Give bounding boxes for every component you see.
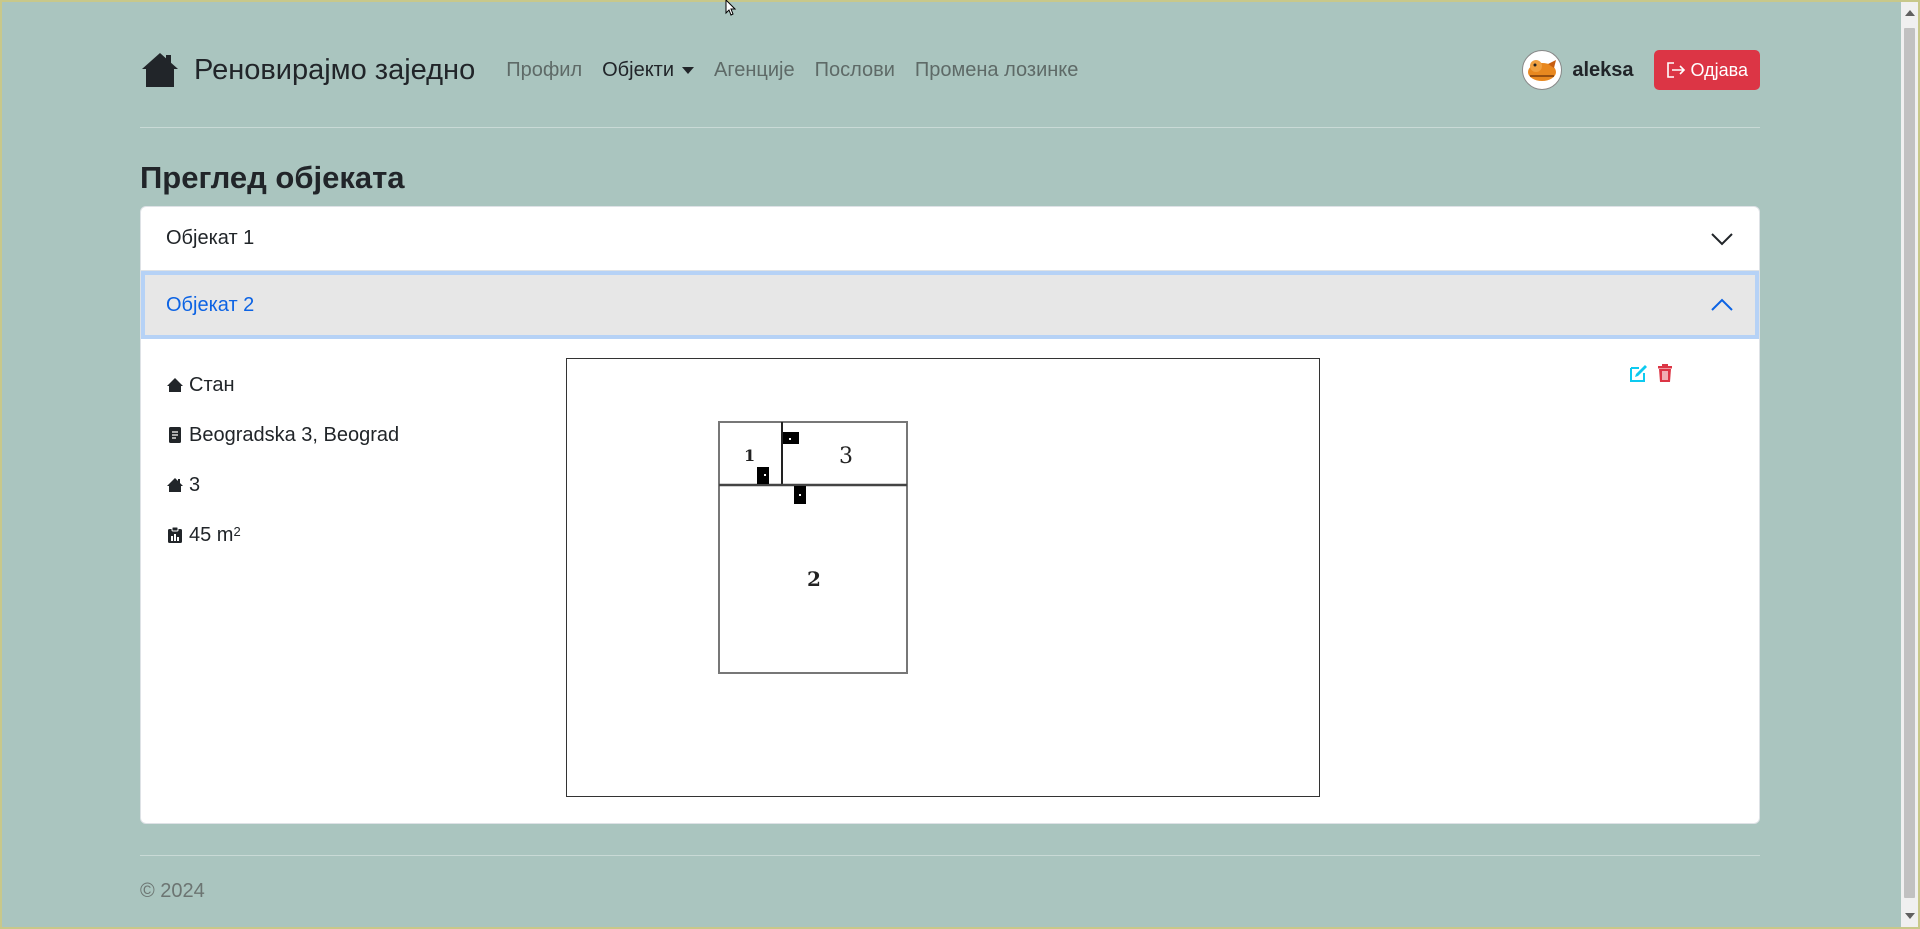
object-actions — [1629, 363, 1681, 383]
mouse-cursor-icon — [725, 0, 737, 16]
pencil-square-icon[interactable] — [1629, 363, 1649, 383]
scrollbar-thumb[interactable] — [1904, 28, 1915, 898]
object-details: Стан Beogradska 3, Beograd 3 45 m 2 — [167, 360, 399, 560]
logout-button[interactable]: Одјава — [1653, 50, 1760, 90]
object-type: Стан — [189, 373, 235, 396]
object-rooms: 3 — [189, 473, 201, 496]
user-area: aleksa Одјава — [1522, 50, 1760, 90]
box-arrow-right-icon — [1666, 62, 1685, 78]
footer-copyright: © 2024 — [140, 880, 205, 902]
username[interactable]: aleksa — [1572, 59, 1633, 82]
door-knob — [799, 494, 801, 496]
object-area-row: 45 m2 — [167, 510, 399, 560]
document-icon — [169, 427, 181, 443]
scroll-up-icon[interactable] — [1905, 10, 1915, 16]
room-label-2: 2 — [807, 567, 821, 591]
house-icon — [167, 478, 183, 492]
object-rooms-row: 3 — [167, 460, 399, 510]
door-knob — [764, 474, 766, 476]
door-icon — [757, 467, 769, 484]
house-icon — [142, 53, 178, 87]
object-address-row: Beogradska 3, Beograd — [167, 410, 399, 460]
object-area: 45 m2 — [189, 524, 241, 547]
scroll-down-icon[interactable] — [1905, 913, 1915, 919]
chevron-up-icon — [1711, 298, 1733, 311]
logout-label: Одјава — [1690, 59, 1749, 80]
nav-link-change-password[interactable]: Промена лозинке — [915, 59, 1079, 82]
nav-link-jobs[interactable]: Послови — [815, 59, 895, 82]
nav-link-agencies[interactable]: Агенције — [714, 59, 795, 82]
house-icon — [167, 378, 183, 392]
nav-link-objects-dropdown[interactable]: Објекти — [602, 58, 695, 82]
avatar — [1522, 50, 1563, 90]
vertical-scrollbar[interactable] — [1901, 2, 1918, 927]
nav-link-objects-label: Објекти — [602, 58, 675, 81]
object-address: Beogradska 3, Beograd — [189, 423, 400, 446]
clipboard-icon — [168, 526, 182, 543]
room-label-3: 3 — [839, 444, 853, 469]
door-knob — [789, 438, 791, 440]
page-title: Преглед објеката — [140, 160, 405, 195]
room-label-1: 1 — [744, 446, 755, 465]
accordion-item-label: Објекат 1 — [166, 227, 255, 249]
accordion-item-label: Објекат 2 — [166, 293, 255, 316]
navbar: Реновирајмо заједно Профил Објекти Агенц… — [140, 40, 1760, 100]
nav-links: Профил Објекти Агенције Послови Промена … — [506, 59, 1098, 82]
accordion-item-object-2[interactable]: Објекат 2 — [141, 271, 1759, 339]
caret-down-icon — [682, 66, 695, 74]
avatar-image-icon — [1528, 60, 1557, 81]
trash-icon[interactable] — [1655, 363, 1675, 383]
chevron-down-icon — [1711, 232, 1733, 245]
object-type-row: Стан — [167, 360, 399, 410]
brand-text: Реновирајмо заједно — [194, 53, 476, 86]
footer-divider — [140, 855, 1760, 856]
brand-link[interactable]: Реновирајмо заједно — [140, 51, 475, 89]
floor-plan-drawing: 1 3 2 — [718, 421, 908, 674]
floor-plan-sketch[interactable]: 1 3 2 — [566, 358, 1320, 797]
object-area-value: 45 m — [189, 523, 234, 546]
nav-link-profile[interactable]: Профил — [506, 59, 582, 82]
objects-accordion: Објекат 1 Објекат 2 Стан Beogradska 3, B… — [140, 206, 1760, 824]
header-divider — [140, 127, 1760, 128]
accordion-item-object-1[interactable]: Објекат 1 — [141, 207, 1759, 271]
object-area-unit-sup: 2 — [233, 523, 241, 539]
